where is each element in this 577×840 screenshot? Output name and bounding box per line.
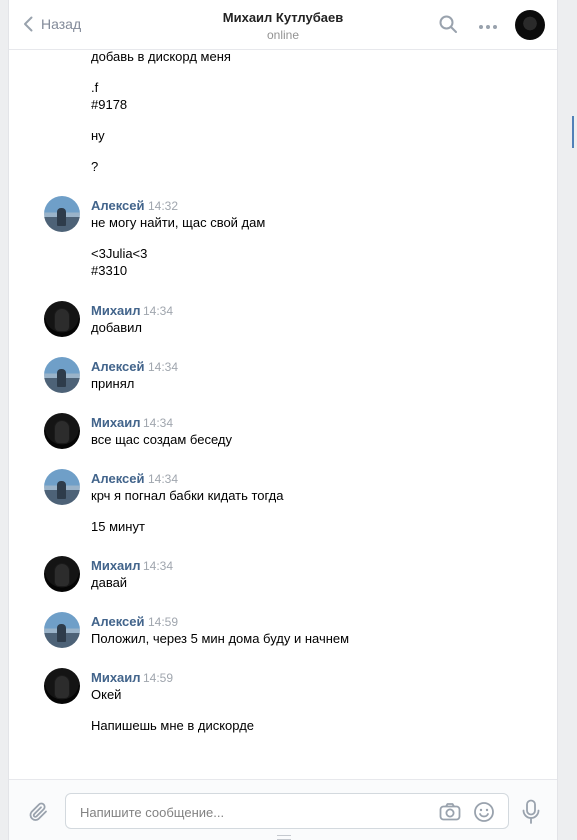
camera-button[interactable] (438, 800, 462, 824)
search-button[interactable] (435, 12, 461, 38)
message-text: добавь в дискорд меня (91, 49, 231, 64)
message-input-box[interactable] (65, 793, 509, 830)
message-composer (9, 779, 557, 840)
message-text: все щас создам беседу (91, 432, 232, 447)
peer-avatar[interactable] (515, 10, 545, 40)
message-text: <3Julia<3 (91, 246, 148, 261)
message-time: 14:34 (143, 559, 174, 573)
message-text: Окей (91, 687, 122, 702)
smile-icon (472, 802, 496, 827)
voice-message-button[interactable] (521, 799, 541, 825)
message-text: крч я погнал бабки кидать тогда (91, 488, 284, 503)
message-text: 15 минут (91, 519, 145, 534)
attach-button[interactable] (27, 800, 51, 824)
message-time: 14:34 (148, 472, 179, 486)
avatar[interactable] (44, 469, 80, 505)
scroll-indicator[interactable] (572, 116, 574, 148)
avatar[interactable] (44, 413, 80, 449)
chat-header: Назад Михаил Кутлубаев online (9, 0, 557, 50)
message-text: давай (91, 575, 128, 590)
more-button[interactable] (475, 12, 501, 38)
message-text: принял (91, 376, 135, 391)
message-time: 14:59 (148, 615, 179, 629)
message-input[interactable] (78, 794, 422, 830)
avatar[interactable] (44, 196, 80, 232)
avatar[interactable] (44, 556, 80, 592)
message-text: #3310 (91, 263, 128, 278)
message-text: добавил (91, 320, 142, 335)
message-history[interactable]: добавь в дискорд меня .f #9178 ну ? Алек… (9, 49, 557, 780)
sender-name[interactable]: Михаил (91, 303, 141, 318)
sender-name[interactable]: Михаил (91, 415, 141, 430)
more-dots-icon (478, 18, 498, 33)
message-time: 14:34 (148, 360, 179, 374)
avatar[interactable] (44, 668, 80, 704)
paperclip-icon (27, 802, 51, 827)
sender-name[interactable]: Алексей (91, 198, 145, 213)
emoji-button[interactable] (472, 800, 496, 824)
sender-name[interactable]: Алексей (91, 614, 145, 629)
message-time: 14:32 (148, 199, 179, 213)
sender-name[interactable]: Михаил (91, 558, 141, 573)
sender-name[interactable]: Алексей (91, 359, 145, 374)
avatar[interactable] (44, 612, 80, 648)
microphone-icon (521, 799, 541, 828)
message-time: 14:34 (143, 304, 174, 318)
header-actions (435, 10, 545, 40)
sender-name[interactable]: Алексей (91, 471, 145, 486)
chat-panel: Назад Михаил Кутлубаев online добавь в д… (8, 0, 558, 840)
message-text: Напишешь мне в дискорде (91, 718, 255, 733)
message-time: 14:59 (143, 671, 174, 685)
sender-name[interactable]: Михаил (91, 670, 141, 685)
resize-grip[interactable] (277, 835, 291, 840)
message-text: #9178 (91, 97, 128, 112)
message-text: .f (91, 80, 99, 95)
message-text: не могу найти, щас свой дам (91, 215, 266, 230)
avatar[interactable] (44, 301, 80, 337)
search-icon (438, 14, 458, 37)
camera-icon (438, 803, 462, 827)
message-text: Положил, через 5 мин дома буду и начнем (91, 631, 350, 646)
message-time: 14:34 (143, 416, 174, 430)
avatar[interactable] (44, 357, 80, 393)
message-text: ну (91, 128, 105, 143)
message-text: ? (91, 159, 99, 174)
